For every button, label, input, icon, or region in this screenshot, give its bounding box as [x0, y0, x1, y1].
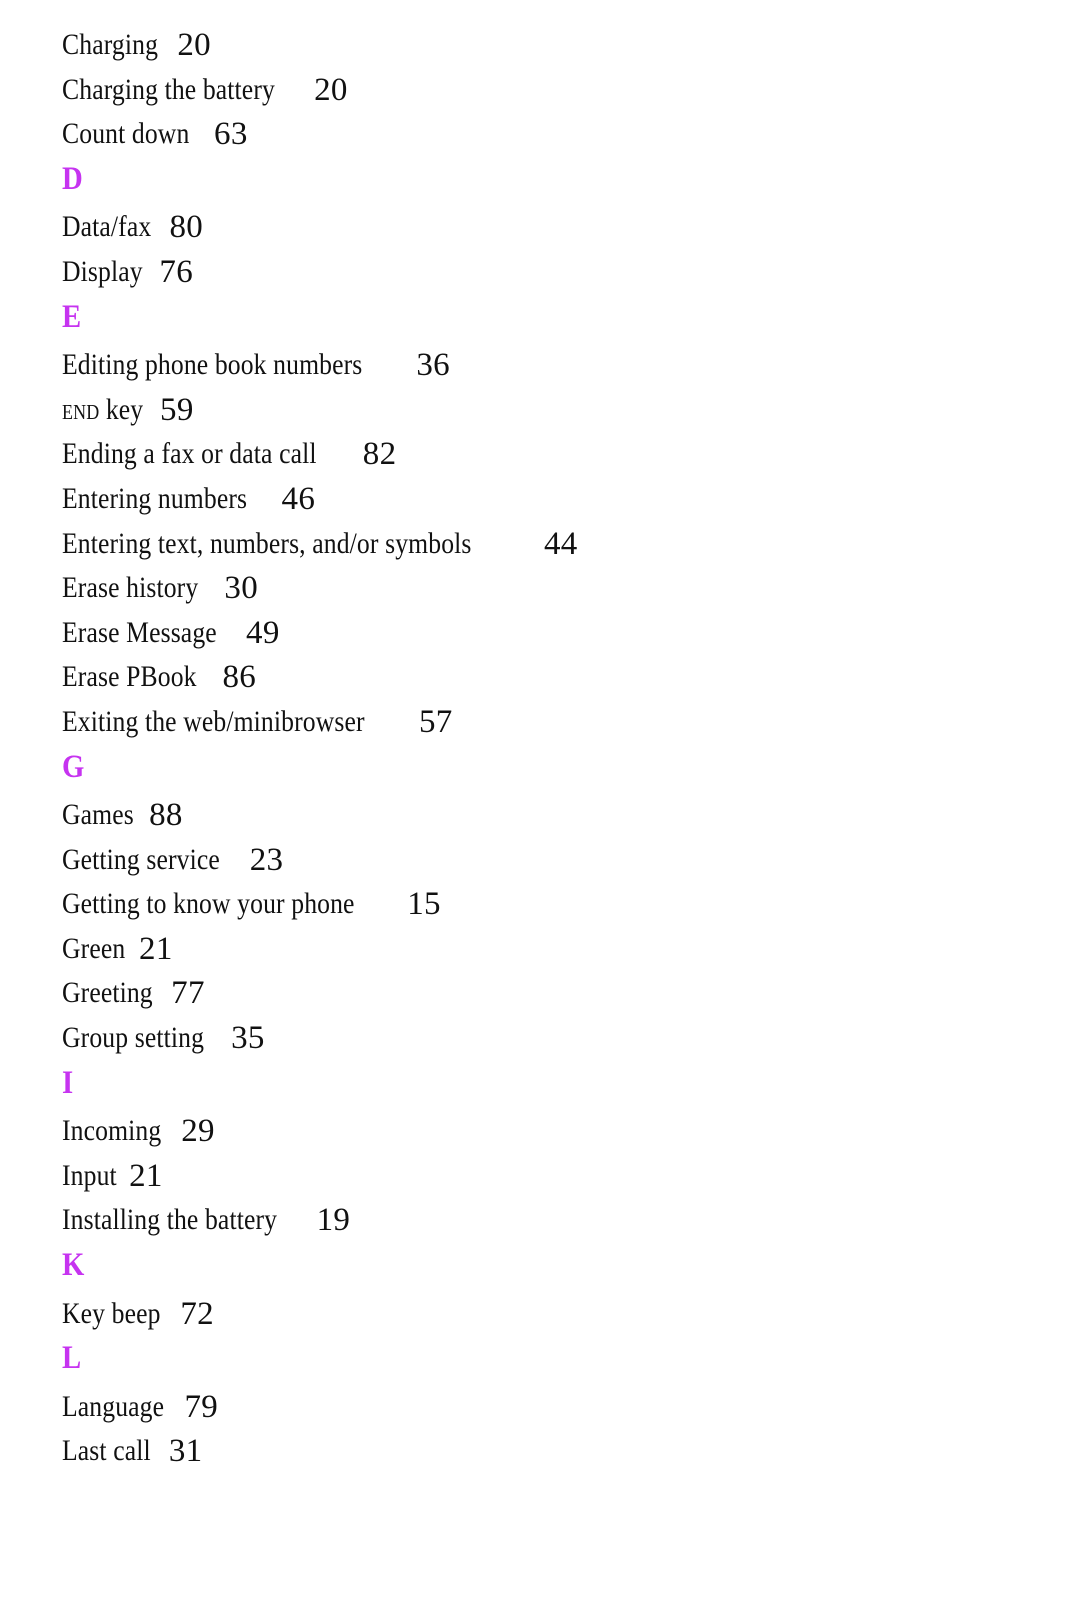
index-entry-label: Erase Message — [62, 615, 217, 649]
index-entry-label: Last call — [62, 1434, 151, 1468]
index-entry[interactable]: Getting service 23 — [62, 837, 1022, 882]
index-entry-label-smallcaps: END — [62, 392, 100, 426]
index-entry-page-number: 76 — [159, 253, 193, 290]
index-section-letter-g: G — [62, 744, 1022, 789]
index-entry-label: Erase history — [62, 571, 199, 605]
index-entry[interactable]: Erase history 30 — [62, 565, 1022, 610]
index-entry[interactable]: Entering numbers 46 — [62, 476, 1022, 521]
section-letter-glyph: D — [62, 160, 83, 197]
index-entry-label: Installing the battery — [62, 1203, 278, 1237]
index-entry-page-number: 82 — [362, 436, 397, 473]
index-entry-label: Group setting — [62, 1021, 205, 1055]
index-section-letter-l: L — [62, 1335, 1022, 1380]
section-letter-glyph: I — [62, 1064, 74, 1101]
index-section-letter-i: I — [62, 1060, 1022, 1105]
index-entry-label: Incoming — [62, 1114, 162, 1148]
index-entry[interactable]: Editing phone book numbers 36 — [62, 342, 1022, 387]
index-entry[interactable]: Charging 20 — [62, 22, 1022, 67]
index-entry-label: Erase PBook — [62, 660, 197, 694]
index-page: Charging 20 Charging the battery 20 Count do… — [0, 0, 1080, 1622]
index-entry-label: Getting service — [62, 842, 220, 876]
index-entry-page-number: 20 — [177, 27, 211, 63]
index-entry[interactable]: Green 21 — [62, 926, 1022, 971]
index-entry[interactable]: Erase Message 49 — [62, 610, 1022, 655]
index-entry-page-number: 88 — [149, 797, 183, 834]
index-entry[interactable]: Erase PBook 86 — [62, 654, 1022, 699]
index-entry-label: Key beep — [62, 1296, 161, 1330]
index-entry-page-number: 19 — [316, 1202, 351, 1239]
index-entry-label: Entering text, numbers, and/or symbols — [62, 526, 472, 560]
index-entry-page-number: 44 — [543, 525, 578, 562]
index-entry[interactable]: Count down 63 — [62, 111, 1022, 156]
index-entry-label: Charging — [62, 28, 159, 61]
index-entry-label: Games — [62, 798, 134, 832]
index-entry-page-number: 21 — [139, 930, 173, 967]
section-letter-glyph: L — [62, 1340, 82, 1377]
index-entry[interactable]: Key beep 72 — [62, 1291, 1022, 1336]
index-entry-label: Display — [62, 254, 143, 288]
index-entry-label: Greeting — [62, 976, 153, 1010]
index-entry-page-number: 21 — [129, 1157, 163, 1194]
section-letter-glyph: E — [62, 298, 82, 335]
index-entry-label: Count down — [62, 117, 190, 151]
index-entry-page-number: 35 — [231, 1020, 265, 1057]
index-entry-label: Charging the battery — [62, 72, 275, 106]
section-letter-glyph: K — [62, 1247, 85, 1284]
index-entry-page-number: 23 — [249, 841, 284, 878]
index-entry-label: Getting to know your phone — [62, 887, 355, 921]
index-entry-page-number: 15 — [407, 886, 441, 923]
index-entry-label: Green — [62, 931, 126, 965]
index-entry[interactable]: Incoming 29 — [62, 1108, 1022, 1153]
index-entry-page-number: 49 — [246, 614, 280, 651]
index-entry-page-number: 57 — [419, 703, 453, 740]
index-entry[interactable]: Input 21 — [62, 1153, 1022, 1198]
index-entry-page-number: 59 — [160, 391, 194, 428]
section-letter-glyph: G — [62, 748, 85, 785]
index-entry[interactable]: END key 59 — [62, 387, 1022, 432]
index-entry-label: Data/fax — [62, 210, 152, 244]
index-entry-page-number: 46 — [281, 480, 316, 517]
index-entry-page-number: 80 — [169, 209, 204, 246]
index-section-letter-k: K — [62, 1242, 1022, 1287]
index-entry[interactable]: Data/fax 80 — [62, 204, 1022, 249]
index-entry[interactable]: Exiting the web/minibrowser 57 — [62, 699, 1022, 744]
index-entry-page-number: 79 — [184, 1388, 219, 1425]
index-section-letter-d: D — [62, 156, 1022, 201]
index-entry[interactable]: Charging the battery 20 — [62, 67, 1022, 112]
index-entry-label: Exiting the web/minibrowser — [62, 704, 365, 738]
index-entry[interactable]: Language 79 — [62, 1384, 1022, 1429]
index-section-letter-e: E — [62, 294, 1022, 339]
index-entry-page-number: 72 — [180, 1295, 214, 1332]
index-entry-page-number: 63 — [214, 116, 248, 153]
index-entry-page-number: 20 — [314, 71, 348, 108]
index-entry-page-number: 31 — [168, 1433, 203, 1470]
index-entry[interactable]: Greeting 77 — [62, 970, 1022, 1015]
index-entry-page-number: 36 — [416, 347, 450, 384]
index-entry-label-rest: key — [99, 392, 144, 426]
index-entry-label: Input — [62, 1158, 117, 1192]
index-entry-page-number: 30 — [224, 570, 259, 607]
index-entry-page-number: 29 — [181, 1113, 215, 1150]
index-entry[interactable]: Last call 31 — [62, 1428, 1022, 1473]
index-entry[interactable]: Entering text, numbers, and/or symbols 44 — [62, 521, 1022, 566]
index-entry-label: Language — [62, 1389, 165, 1423]
index-entry-page-number: 86 — [222, 659, 257, 696]
index-entry[interactable]: Installing the battery 19 — [62, 1197, 1022, 1242]
index-entry-label: Entering numbers — [62, 481, 248, 515]
index-entry[interactable]: Display 76 — [62, 249, 1022, 294]
index-column: Charging 20 Charging the battery 20 Count do… — [62, 22, 1022, 1473]
index-entry[interactable]: Group setting 35 — [62, 1015, 1022, 1060]
index-entry-label: Editing phone book numbers — [62, 348, 363, 382]
index-entry-label: Ending a fax or data call — [62, 437, 317, 471]
index-entry-page-number: 77 — [171, 975, 205, 1012]
index-entry[interactable]: Ending a fax or data call 82 — [62, 431, 1022, 476]
index-entry[interactable]: Getting to know your phone 15 — [62, 881, 1022, 926]
index-entry-label: END key — [62, 388, 143, 433]
index-entry[interactable]: Games 88 — [62, 792, 1022, 837]
